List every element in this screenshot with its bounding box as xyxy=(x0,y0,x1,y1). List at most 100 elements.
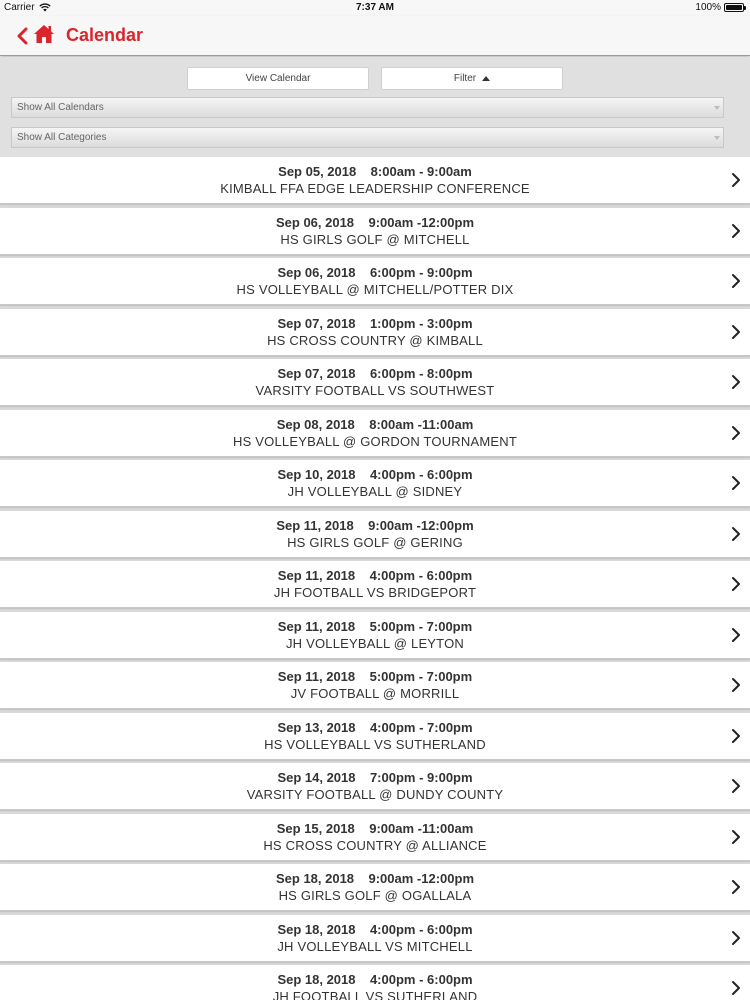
calendars-dropdown[interactable]: Show All Calendars xyxy=(11,97,724,118)
event-time: 4:00pm - 6:00pm xyxy=(369,972,473,987)
navigation-bar: Calendar xyxy=(0,16,750,56)
event-time: 8:00am - 9:00am xyxy=(370,164,472,179)
filter-label: Filter xyxy=(453,73,477,84)
event-row[interactable]: Sep 08, 2018 8:00am -11:00am HS VOLLEYBAL… xyxy=(0,409,750,457)
battery-indicator: 100% xyxy=(695,2,746,13)
event-time: 1:00pm - 3:00pm xyxy=(369,315,473,331)
dropdown-arrow-icon xyxy=(714,106,720,110)
event-time: 4:00pm - 6:00pm xyxy=(369,921,473,937)
event-title: HS GIRLS GOLF @ MITCHELL xyxy=(280,231,470,247)
chevron-right-icon xyxy=(732,375,740,389)
event-datetime: Sep 18, 2018 4:00pm - 6:00pm xyxy=(0,972,750,987)
page-title: Calendar xyxy=(66,25,144,45)
event-time: 4:00pm - 6:00pm xyxy=(369,467,473,482)
chevron-right-icon xyxy=(732,829,740,844)
chevron-right-icon xyxy=(732,324,740,339)
event-row[interactable]: Sep 07, 2018 6:00pm - 8:00pm VARSITY FOOT… xyxy=(0,359,750,406)
event-date: Sep 07, 2018 xyxy=(277,315,356,331)
event-row[interactable]: Sep 18, 2018 4:00pm - 6:00pm JH FOOTBALL … xyxy=(0,965,750,1000)
clock: 7:37 AM xyxy=(356,2,394,13)
event-time: 6:00pm - 9:00pm xyxy=(369,265,473,280)
event-row[interactable]: Sep 11, 2018 5:00pm - 7:00pm JH VOLLEYBAL… xyxy=(0,611,750,659)
event-datetime: Sep 11, 2018 9:00am -12:00pm xyxy=(0,518,750,533)
event-datetime: Sep 11, 2018 5:00pm - 7:00pm xyxy=(0,669,750,684)
event-row[interactable]: Sep 06, 2018 9:00am -12:00pm HS GIRLS GOL… xyxy=(0,207,750,255)
filter-button[interactable]: Filter xyxy=(381,67,563,90)
chevron-right-icon xyxy=(732,728,740,743)
event-row[interactable]: Sep 15, 2018 9:00am -11:00am HS CROSS COU… xyxy=(0,813,750,861)
event-date: Sep 11, 2018 xyxy=(277,618,356,634)
event-datetime: Sep 18, 2018 9:00am -12:00pm xyxy=(0,871,750,886)
event-list[interactable]: Sep 05, 2018 8:00am - 9:00am KIMBALL FFA … xyxy=(0,157,750,1000)
event-row[interactable]: Sep 11, 2018 9:00am -12:00pm HS GIRLS GOL… xyxy=(0,510,750,558)
event-row[interactable]: Sep 05, 2018 8:00am - 9:00am KIMBALL FFA … xyxy=(0,157,750,204)
event-title: HS VOLLEYBALL VS SUTHERLAND xyxy=(264,736,486,752)
event-datetime: Sep 07, 2018 6:00pm - 8:00pm xyxy=(0,366,750,381)
event-title: JH VOLLEYBALL @ LEYTON xyxy=(285,635,464,651)
chevron-right-icon xyxy=(732,526,740,541)
view-calendar-button[interactable]: View Calendar xyxy=(187,67,369,90)
event-title: HS CROSS COUNTRY @ ALLIANCE xyxy=(263,837,487,853)
categories-dropdown-value: Show All Categories xyxy=(17,132,107,143)
dropdown-arrow-icon xyxy=(714,136,720,140)
event-title: JH VOLLEYBALL @ SIDNEY xyxy=(287,484,463,499)
event-title: JH VOLLEYBALL VS MITCHELL xyxy=(277,938,473,954)
event-row[interactable]: Sep 07, 2018 1:00pm - 3:00pm HS CROSS COU… xyxy=(0,308,750,356)
event-title: HS GIRLS GOLF @ GERING xyxy=(287,534,463,550)
event-time: 5:00pm - 7:00pm xyxy=(369,618,473,634)
event-date: Sep 13, 2018 xyxy=(277,719,356,735)
filter-controls: View Calendar Filter Show All Calendars … xyxy=(0,57,750,157)
chevron-right-icon xyxy=(732,173,740,187)
event-row[interactable]: Sep 14, 2018 7:00pm - 9:00pm VARSITY FOOT… xyxy=(0,763,750,810)
event-date: Sep 11, 2018 xyxy=(277,568,356,583)
view-calendar-label: View Calendar xyxy=(245,73,311,84)
calendars-dropdown-value: Show All Calendars xyxy=(17,102,104,113)
event-date: Sep 11, 2018 xyxy=(277,669,356,684)
event-datetime: Sep 08, 2018 8:00am -11:00am xyxy=(0,417,750,432)
caret-up-icon xyxy=(482,76,491,81)
event-datetime: Sep 18, 2018 4:00pm - 6:00pm xyxy=(0,922,750,937)
event-title: JV FOOTBALL @ MORRILL xyxy=(290,686,460,701)
event-row[interactable]: Sep 10, 2018 4:00pm - 6:00pm JH VOLLEYBAL… xyxy=(0,460,750,507)
event-time: 4:00pm - 6:00pm xyxy=(369,568,473,583)
event-row[interactable]: Sep 11, 2018 5:00pm - 7:00pm JV FOOTBALL … xyxy=(0,662,750,709)
event-date: Sep 11, 2018 xyxy=(276,517,354,533)
event-row[interactable]: Sep 18, 2018 9:00am -12:00pm HS GIRLS GOL… xyxy=(0,864,750,911)
event-title: JH FOOTBALL VS BRIDGEPORT xyxy=(273,585,477,600)
chevron-right-icon xyxy=(732,930,740,945)
event-title: HS VOLLEYBALL @ MITCHELL/POTTER DIX xyxy=(236,282,514,297)
event-datetime: Sep 10, 2018 4:00pm - 6:00pm xyxy=(0,467,750,482)
event-time: 9:00am -11:00am xyxy=(369,820,474,836)
home-icon[interactable] xyxy=(33,24,55,44)
event-date: Sep 14, 2018 xyxy=(277,770,356,785)
event-row[interactable]: Sep 11, 2018 4:00pm - 6:00pm JH FOOTBALL … xyxy=(0,561,750,608)
event-title: HS CROSS COUNTRY @ KIMBALL xyxy=(267,332,483,348)
chevron-left-icon[interactable] xyxy=(14,26,32,46)
event-date: Sep 08, 2018 xyxy=(276,416,355,432)
event-title: VARSITY FOOTBALL @ DUNDY COUNTY xyxy=(246,787,504,802)
event-time: 7:00pm - 9:00pm xyxy=(369,770,473,785)
battery-icon xyxy=(724,3,746,12)
battery-percent: 100% xyxy=(695,2,721,13)
event-title: VARSITY FOOTBALL VS SOUTHWEST xyxy=(255,383,495,398)
event-date: Sep 10, 2018 xyxy=(277,467,356,482)
event-date: Sep 05, 2018 xyxy=(278,164,357,179)
event-date: Sep 06, 2018 xyxy=(277,265,356,280)
event-datetime: Sep 07, 2018 1:00pm - 3:00pm xyxy=(0,316,750,331)
chevron-right-icon xyxy=(732,981,740,995)
event-time: 9:00am -12:00pm xyxy=(368,214,475,230)
event-row[interactable]: Sep 06, 2018 6:00pm - 9:00pm HS VOLLEYBAL… xyxy=(0,258,750,305)
chevron-right-icon xyxy=(732,425,740,440)
categories-dropdown[interactable]: Show All Categories xyxy=(11,127,724,148)
event-row[interactable]: Sep 13, 2018 4:00pm - 7:00pm HS VOLLEYBAL… xyxy=(0,712,750,760)
chevron-right-icon xyxy=(732,577,740,591)
event-time: 5:00pm - 7:00pm xyxy=(369,669,473,684)
event-datetime: Sep 06, 2018 6:00pm - 9:00pm xyxy=(0,265,750,280)
event-time: 9:00am -12:00pm xyxy=(368,871,475,886)
chevron-right-icon xyxy=(732,274,740,288)
event-datetime: Sep 15, 2018 9:00am -11:00am xyxy=(0,821,750,836)
event-row[interactable]: Sep 18, 2018 4:00pm - 6:00pm JH VOLLEYBAL… xyxy=(0,914,750,962)
event-time: 9:00am -12:00pm xyxy=(368,517,474,533)
event-time: 8:00am -11:00am xyxy=(369,416,474,432)
event-time: 6:00pm - 8:00pm xyxy=(369,366,473,381)
